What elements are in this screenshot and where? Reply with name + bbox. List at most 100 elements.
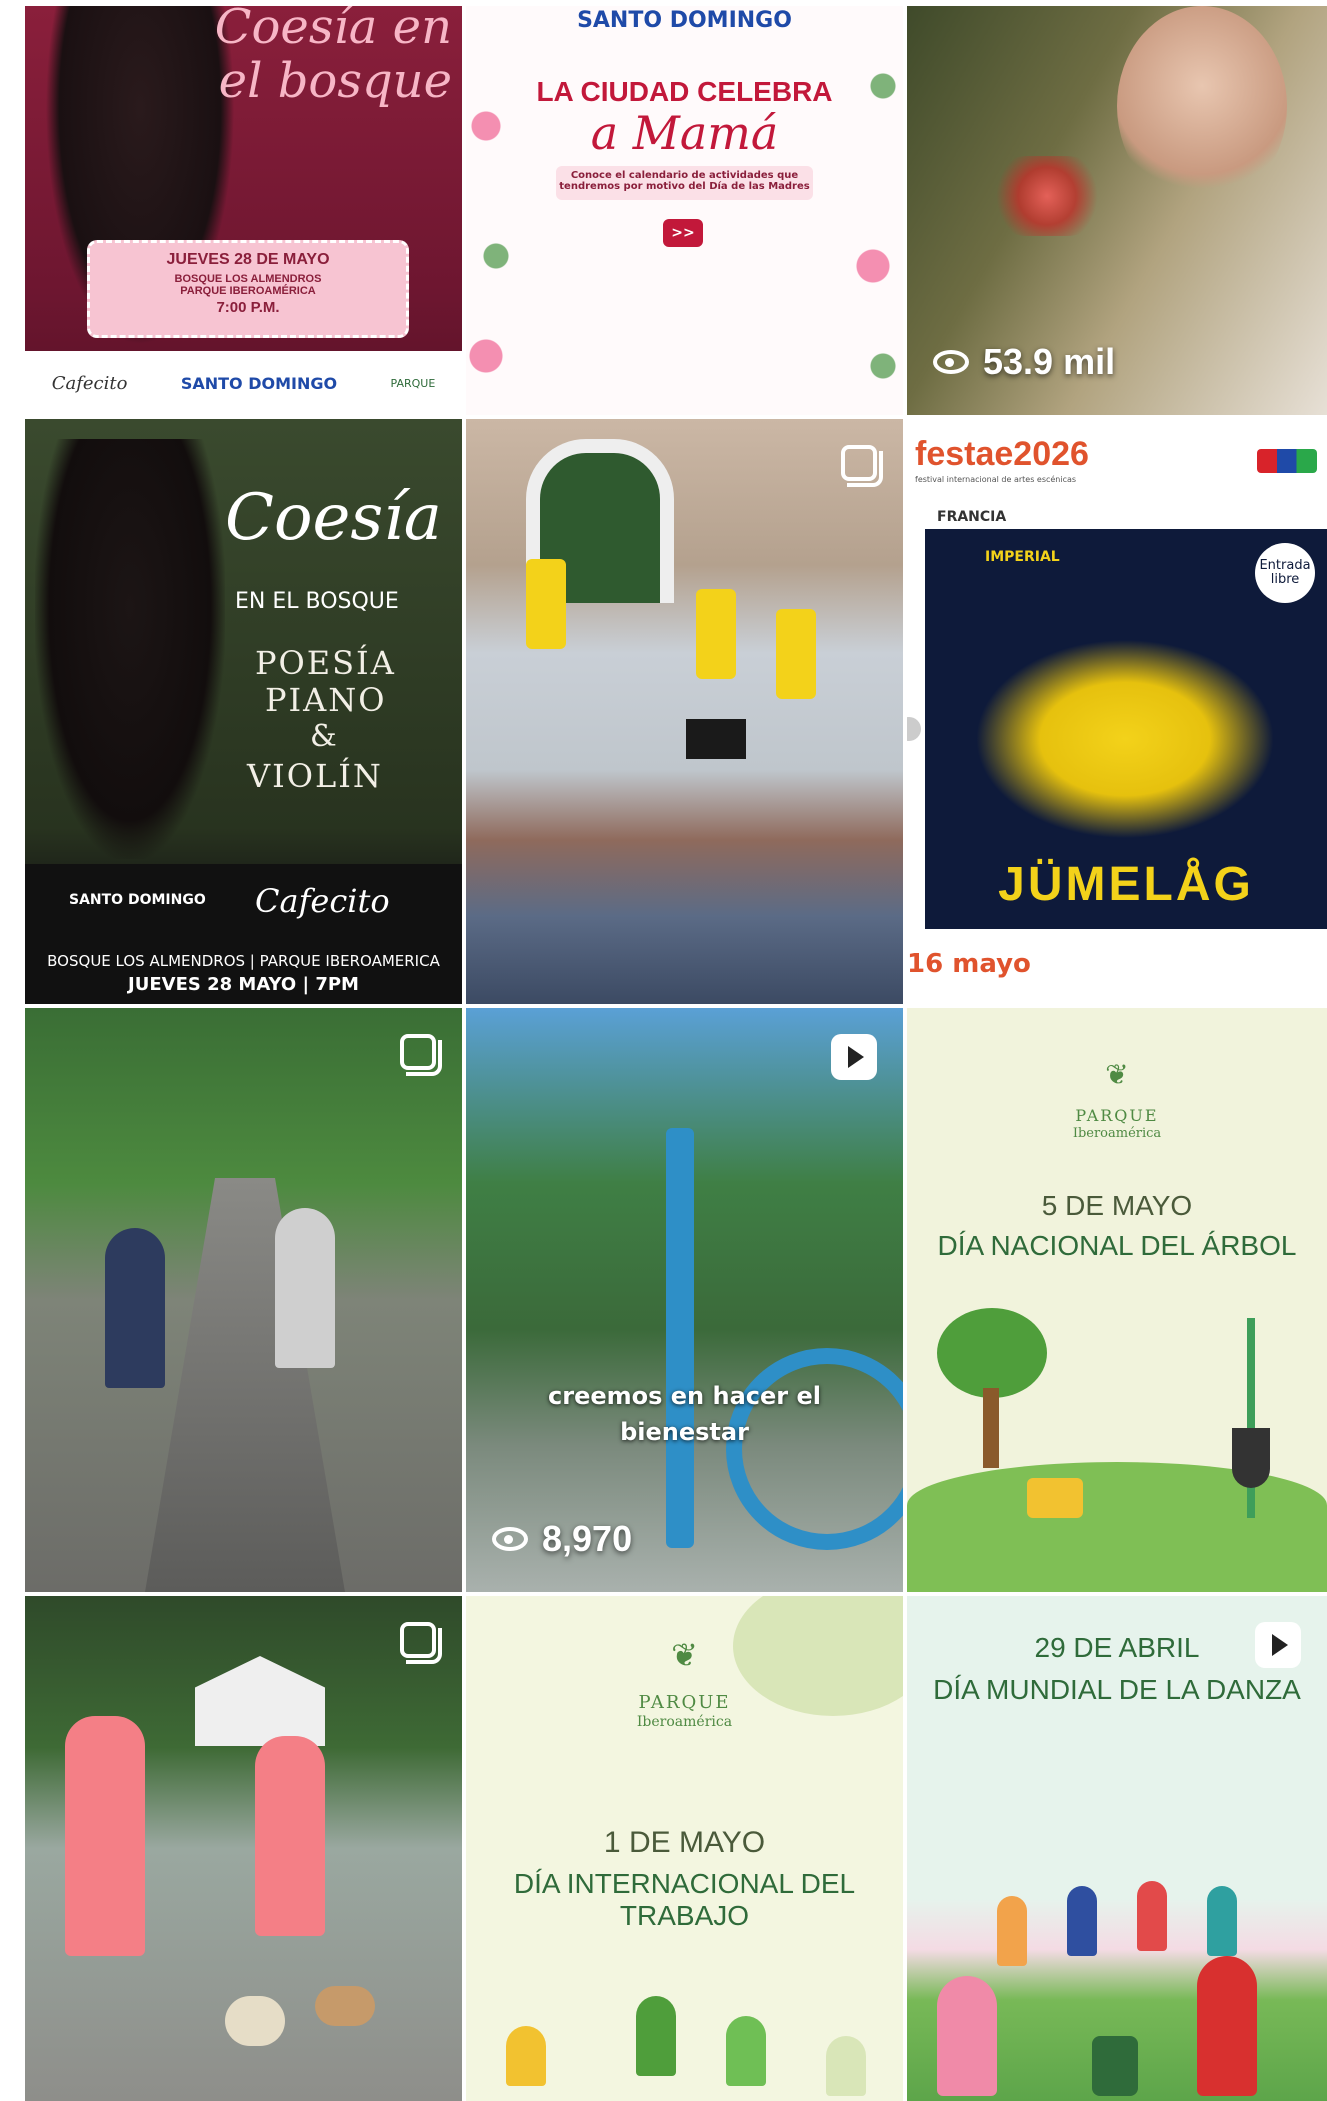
- worker-3: [726, 2016, 766, 2086]
- santo-domingo-logo: SANTO DOMINGO: [180, 373, 338, 393]
- tree-trunk: [983, 1388, 999, 1468]
- eye-icon: [492, 1527, 528, 1551]
- dancer-4: [1207, 1886, 1237, 1956]
- post-grid: Coesía en el bosque JUEVES 28 DE MAYO BO…: [25, 6, 1327, 2101]
- post-tile-dia-trabajo[interactable]: ❦ PARQUE Iberoamérica 1 DE MAYO DÍA INTE…: [466, 1596, 903, 2101]
- reel-caption-line-2: bienestar: [620, 1418, 749, 1446]
- carousel-icon: [831, 445, 883, 491]
- festae-logo: festae2026: [915, 435, 1089, 473]
- walker-2: [255, 1736, 325, 1936]
- tree-logo-icon: ❦: [671, 1636, 698, 1674]
- post-tile-ciudad-celebra[interactable]: SANTO DOMINGO LA CIUDAD CELEBRA a Mamá C…: [466, 6, 903, 415]
- dog-1: [225, 1996, 285, 2046]
- band-photo: IMPERIAL Entrada libre JÜMELÅG: [925, 529, 1327, 929]
- poster-title: Coesía: [225, 481, 442, 555]
- view-count-value: 8,970: [542, 1518, 633, 1559]
- cafecito-logo: Cafecito: [51, 372, 128, 394]
- dancer-1: [997, 1896, 1027, 1966]
- dancer-front-1: [937, 1976, 997, 2096]
- dancer-3: [1137, 1881, 1167, 1951]
- post-tile-brass-band[interactable]: [466, 419, 903, 1004]
- event-date: JUEVES 28 DE MAYO: [166, 251, 330, 268]
- country-label: FRANCIA: [937, 509, 1007, 525]
- dancer-front-2: [1197, 1956, 1257, 2096]
- worker-4: [826, 2036, 866, 2096]
- poster-poesia: POESÍA: [255, 644, 396, 682]
- view-count: 53.9 mil: [933, 341, 1115, 383]
- post-tile-dog-walk[interactable]: [25, 1596, 462, 2101]
- next-arrow-button[interactable]: >>: [663, 219, 703, 247]
- poster-piano: PIANO: [265, 681, 387, 719]
- woman-photo: [35, 439, 225, 859]
- flyer-title: Coesía en el bosque: [214, 6, 452, 109]
- post-tile-dia-danza[interactable]: 29 DE ABRIL DÍA MUNDIAL DE LA DANZA: [907, 1596, 1327, 2101]
- santo-domingo-logo: SANTO DOMINGO: [69, 892, 206, 908]
- event-title: DÍA NACIONAL DEL ÁRBOL: [937, 1230, 1297, 1261]
- dancer-2: [1067, 1886, 1097, 1956]
- reel-caption-line-1: creemos en hacer el: [548, 1382, 821, 1410]
- imperial-logo: IMPERIAL: [985, 549, 1060, 565]
- band-name: JÜMELÅG: [998, 858, 1254, 911]
- view-count-value: 53.9 mil: [983, 341, 1116, 382]
- poster-subtitle: EN EL BOSQUE: [235, 589, 399, 614]
- walker-2: [275, 1208, 335, 1368]
- walker-1: [65, 1716, 145, 1956]
- post-tile-festae[interactable]: festae2026 festival internacional de art…: [907, 419, 1327, 1004]
- event-date: 5 DE MAYO: [1041, 1190, 1193, 1221]
- woman-face: [1117, 6, 1287, 206]
- event-place-1: BOSQUE LOS ALMENDROS: [174, 273, 322, 285]
- floral-left: [466, 6, 526, 415]
- floral-right: [843, 6, 903, 415]
- walker-1: [105, 1228, 165, 1388]
- tree-crown: [937, 1308, 1047, 1398]
- event-time: 7:00 P.M.: [216, 299, 280, 316]
- poster-date: JUEVES 28 MAYO | 7PM: [128, 974, 359, 995]
- event-place-2: PARQUE IBEROAMÉRICA: [180, 285, 316, 297]
- carousel-dot: [907, 717, 921, 741]
- view-count: 8,970: [492, 1518, 632, 1560]
- parque-brand-2: Iberoamérica: [1072, 1126, 1162, 1141]
- reel-caption: creemos en hacer el bienestar: [466, 1378, 903, 1450]
- event-title: DÍA INTERNACIONAL DEL TRABAJO: [513, 1868, 856, 1931]
- santo-domingo-header: SANTO DOMINGO: [577, 8, 792, 33]
- tree-logo-icon: ❦: [1105, 1058, 1129, 1091]
- poster-place: BOSQUE LOS ALMENDROS | PARQUE IBEROAMERI…: [47, 952, 440, 970]
- post-tile-gym-reel[interactable]: creemos en hacer el bienestar 8,970: [466, 1008, 903, 1592]
- dog-2: [315, 1986, 375, 2026]
- event-date: 1 DE MAYO: [603, 1826, 766, 1859]
- celebra-line-1: LA CIUDAD CELEBRA: [536, 76, 833, 107]
- reel-icon: [1255, 1622, 1301, 1668]
- sponsor-bar: Cafecito SANTO DOMINGO PARQUE: [25, 351, 462, 415]
- carousel-icon: [390, 1034, 442, 1080]
- parque-brand-2: Iberoamérica: [636, 1714, 733, 1730]
- park-house: [195, 1656, 325, 1746]
- poster-amp: &: [310, 719, 337, 754]
- festae-subtitle: festival internacional de artes escénica…: [915, 475, 1077, 484]
- post-tile-reel-violin[interactable]: 53.9 mil: [907, 6, 1327, 415]
- yellow-costumes: [975, 639, 1275, 839]
- worker-1: [506, 2026, 546, 2086]
- post-tile-coesia-poster[interactable]: Coesía EN EL BOSQUE POESÍA PIANO & VIOLÍ…: [25, 419, 462, 1004]
- speaker-icon: [1092, 2036, 1138, 2096]
- free-entry-badge: Entrada libre: [1255, 543, 1315, 603]
- sponsor-mark: [1257, 449, 1317, 473]
- parque-brand: PARQUE: [638, 1692, 731, 1713]
- event-title: DÍA MUNDIAL DE LA DANZA: [933, 1674, 1301, 1705]
- musician-1: [526, 559, 566, 649]
- watering-can-icon: [1027, 1478, 1083, 1518]
- parque-brand: PARQUE: [1075, 1106, 1159, 1125]
- parque-logo: PARQUE: [390, 376, 436, 390]
- post-tile-dia-arbol[interactable]: ❦ PARQUE Iberoamérica 5 DE MAYO DÍA NACI…: [907, 1008, 1327, 1592]
- worker-2: [636, 1996, 676, 2076]
- musician-2: [696, 589, 736, 679]
- post-tile-coesia-flyer[interactable]: Coesía en el bosque JUEVES 28 DE MAYO BO…: [25, 6, 462, 415]
- reel-icon: [831, 1034, 877, 1080]
- shovel-handle: [1247, 1318, 1255, 1518]
- shovel-icon: [1232, 1428, 1270, 1488]
- event-info-box: JUEVES 28 DE MAYO BOSQUE LOS ALMENDROS P…: [87, 240, 409, 338]
- gym-machine: [666, 1128, 694, 1548]
- poster-violin: VIOLÍN: [247, 757, 383, 795]
- cafecito-logo: Cafecito: [255, 882, 390, 920]
- post-tile-walking-path[interactable]: [25, 1008, 462, 1592]
- eye-icon: [933, 350, 969, 374]
